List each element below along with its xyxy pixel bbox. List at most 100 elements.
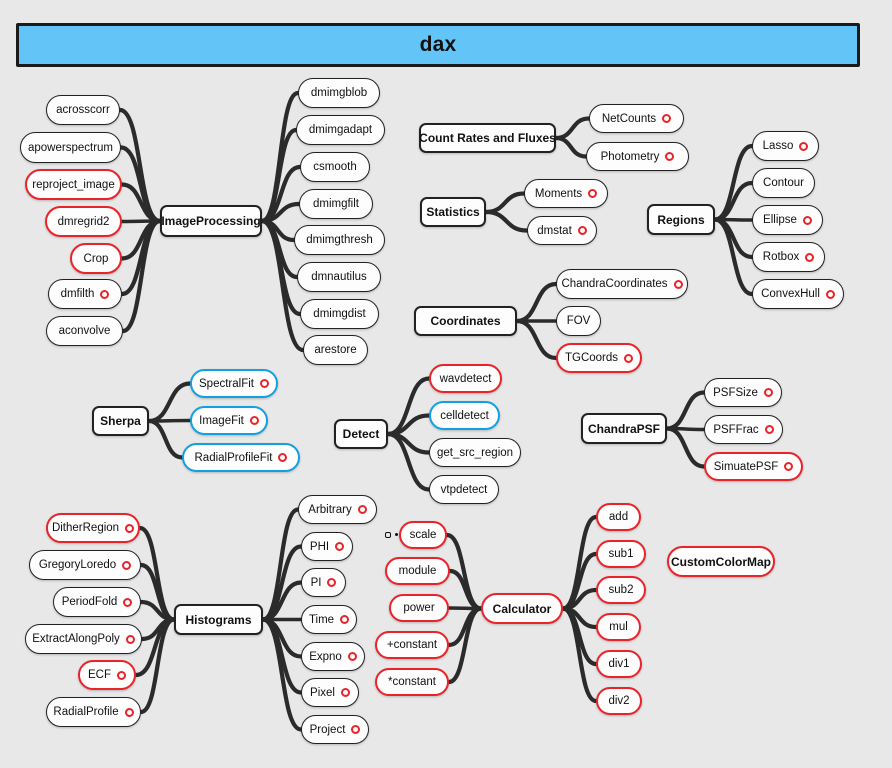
node-label: aconvolve xyxy=(58,325,111,337)
root-node-count-rates-and-fluxes[interactable]: Count Rates and Fluxes xyxy=(419,123,556,153)
node-label: reproject_image xyxy=(32,178,115,191)
edge xyxy=(260,544,304,622)
red-ring-icon xyxy=(117,670,126,680)
red-ring-icon xyxy=(764,425,774,434)
root-node-statistics[interactable]: Statistics xyxy=(420,197,486,227)
node-celldetect[interactable]: celldetect xyxy=(429,401,500,430)
node-label: wavdetect xyxy=(439,372,492,385)
node-chandracoordinates[interactable]: ChandraCoordinates xyxy=(556,269,688,299)
root-node-chandrapsf[interactable]: ChandraPSF xyxy=(581,413,667,444)
node-ecf[interactable]: ECF xyxy=(78,660,136,690)
node-wavdetect[interactable]: wavdetect xyxy=(429,364,502,393)
node-gregoryloredo[interactable]: GregoryLoredo xyxy=(29,550,141,580)
node-psfsize[interactable]: PSFSize xyxy=(704,378,782,407)
node-label: Moments xyxy=(534,187,583,200)
root-node-imageprocessing[interactable]: ImageProcessing xyxy=(160,205,262,237)
node-apowerspectrum[interactable]: apowerspectrum xyxy=(20,132,121,163)
node-ditherregion[interactable]: DitherRegion xyxy=(46,513,140,543)
node-constant[interactable]: *constant xyxy=(375,668,449,696)
red-ring-icon xyxy=(802,215,812,225)
node-acrosscorr[interactable]: acrosscorr xyxy=(46,95,120,125)
node-crop[interactable]: Crop xyxy=(70,243,122,274)
node-time[interactable]: Time xyxy=(301,605,357,634)
node-moments[interactable]: Moments xyxy=(524,179,608,208)
node-dmimgblob[interactable]: dmimgblob xyxy=(298,78,380,108)
edge xyxy=(664,426,707,469)
node-mul[interactable]: mul xyxy=(596,613,641,641)
root-node-coordinates[interactable]: Coordinates xyxy=(414,306,517,336)
node-dmregrid2[interactable]: dmregrid2 xyxy=(45,206,122,237)
node-vtpdetect[interactable]: vtpdetect xyxy=(429,475,499,504)
node-imagefit[interactable]: ImageFit xyxy=(190,406,268,435)
edge xyxy=(146,381,193,424)
node-div1[interactable]: div1 xyxy=(596,650,642,678)
node-aconvolve[interactable]: aconvolve xyxy=(46,316,123,346)
node-dmstat[interactable]: dmstat xyxy=(527,216,597,245)
node-label: PI xyxy=(310,576,322,589)
node-contour[interactable]: Contour xyxy=(752,168,815,198)
node-netcounts[interactable]: NetCounts xyxy=(589,104,684,133)
diagram-title-bar: dax xyxy=(16,23,860,67)
node-csmooth[interactable]: csmooth xyxy=(300,152,370,182)
node-label: sub1 xyxy=(608,548,634,560)
edge xyxy=(119,218,163,297)
node-sub1[interactable]: sub1 xyxy=(596,540,646,568)
red-ring-icon xyxy=(347,652,357,661)
node-pi[interactable]: PI xyxy=(301,568,346,597)
node-get-src-region[interactable]: get_src_region xyxy=(429,438,521,467)
node-label: add xyxy=(608,511,629,523)
node-spectralfit[interactable]: SpectralFit xyxy=(190,369,278,398)
node-reproject-image[interactable]: reproject_image xyxy=(25,169,122,200)
node-arestore[interactable]: arestore xyxy=(303,335,368,365)
node-convexhull[interactable]: ConvexHull xyxy=(752,279,844,309)
node-photometry[interactable]: Photometry xyxy=(586,142,689,171)
root-node-regions[interactable]: Regions xyxy=(647,204,715,235)
node-add[interactable]: add xyxy=(596,503,641,531)
node-label: ECF xyxy=(88,669,111,681)
node-fov[interactable]: FOV xyxy=(556,306,601,336)
node-periodfold[interactable]: PeriodFold xyxy=(53,587,141,617)
root-node-detect[interactable]: Detect xyxy=(334,419,388,449)
node-tgcoords[interactable]: TGCoords xyxy=(556,343,642,373)
node-lasso[interactable]: Lasso xyxy=(752,131,819,161)
node-label: vtpdetect xyxy=(440,483,488,496)
node-extractalongpoly[interactable]: ExtractAlongPoly xyxy=(25,624,142,654)
node-rotbox[interactable]: Rotbox xyxy=(752,242,825,272)
red-ring-icon xyxy=(122,560,132,570)
node-constant[interactable]: +constant xyxy=(375,631,449,659)
node-label: Calculator xyxy=(492,601,552,616)
red-ring-icon xyxy=(799,141,809,151)
root-node-customcolormap[interactable]: CustomColorMap xyxy=(667,546,775,577)
node-dmimgfilt[interactable]: dmimgfilt xyxy=(299,189,373,219)
node-radialprofilefit[interactable]: RadialProfileFit xyxy=(182,443,300,472)
node-simuatepsf[interactable]: SimuatePSF xyxy=(704,452,803,481)
node-sub2[interactable]: sub2 xyxy=(596,576,646,604)
node-label: power xyxy=(403,602,435,614)
node-dmnautilus[interactable]: dmnautilus xyxy=(297,262,381,292)
node-dmimgadapt[interactable]: dmimgadapt xyxy=(296,115,385,145)
node-ellipse[interactable]: Ellipse xyxy=(752,205,823,235)
node-psffrac[interactable]: PSFFrac xyxy=(704,415,783,444)
node-label: Pixel xyxy=(310,686,335,699)
node-power[interactable]: power xyxy=(389,594,449,622)
node-dmimgdist[interactable]: dmimgdist xyxy=(300,299,379,329)
red-ring-icon xyxy=(278,453,288,462)
red-ring-icon xyxy=(124,707,134,717)
node-radialprofile[interactable]: RadialProfile xyxy=(46,697,141,727)
node-dmimgthresh[interactable]: dmimgthresh xyxy=(294,225,385,255)
edge xyxy=(120,218,163,334)
node-scale[interactable]: scale xyxy=(399,521,447,549)
node-div2[interactable]: div2 xyxy=(596,687,642,715)
edge xyxy=(560,606,599,704)
node-label: dmnautilus xyxy=(311,271,367,283)
node-module[interactable]: module xyxy=(385,557,450,585)
node-dmfilth[interactable]: dmfilth xyxy=(48,279,122,309)
root-node-calculator[interactable]: Calculator xyxy=(481,593,563,624)
root-node-histograms[interactable]: Histograms xyxy=(174,604,263,635)
node-expno[interactable]: Expno xyxy=(301,642,365,671)
node-phi[interactable]: PHI xyxy=(301,532,353,561)
node-arbitrary[interactable]: Arbitrary xyxy=(298,495,377,524)
root-node-sherpa[interactable]: Sherpa xyxy=(92,406,149,436)
node-project[interactable]: Project xyxy=(301,715,369,744)
node-pixel[interactable]: Pixel xyxy=(301,678,359,707)
